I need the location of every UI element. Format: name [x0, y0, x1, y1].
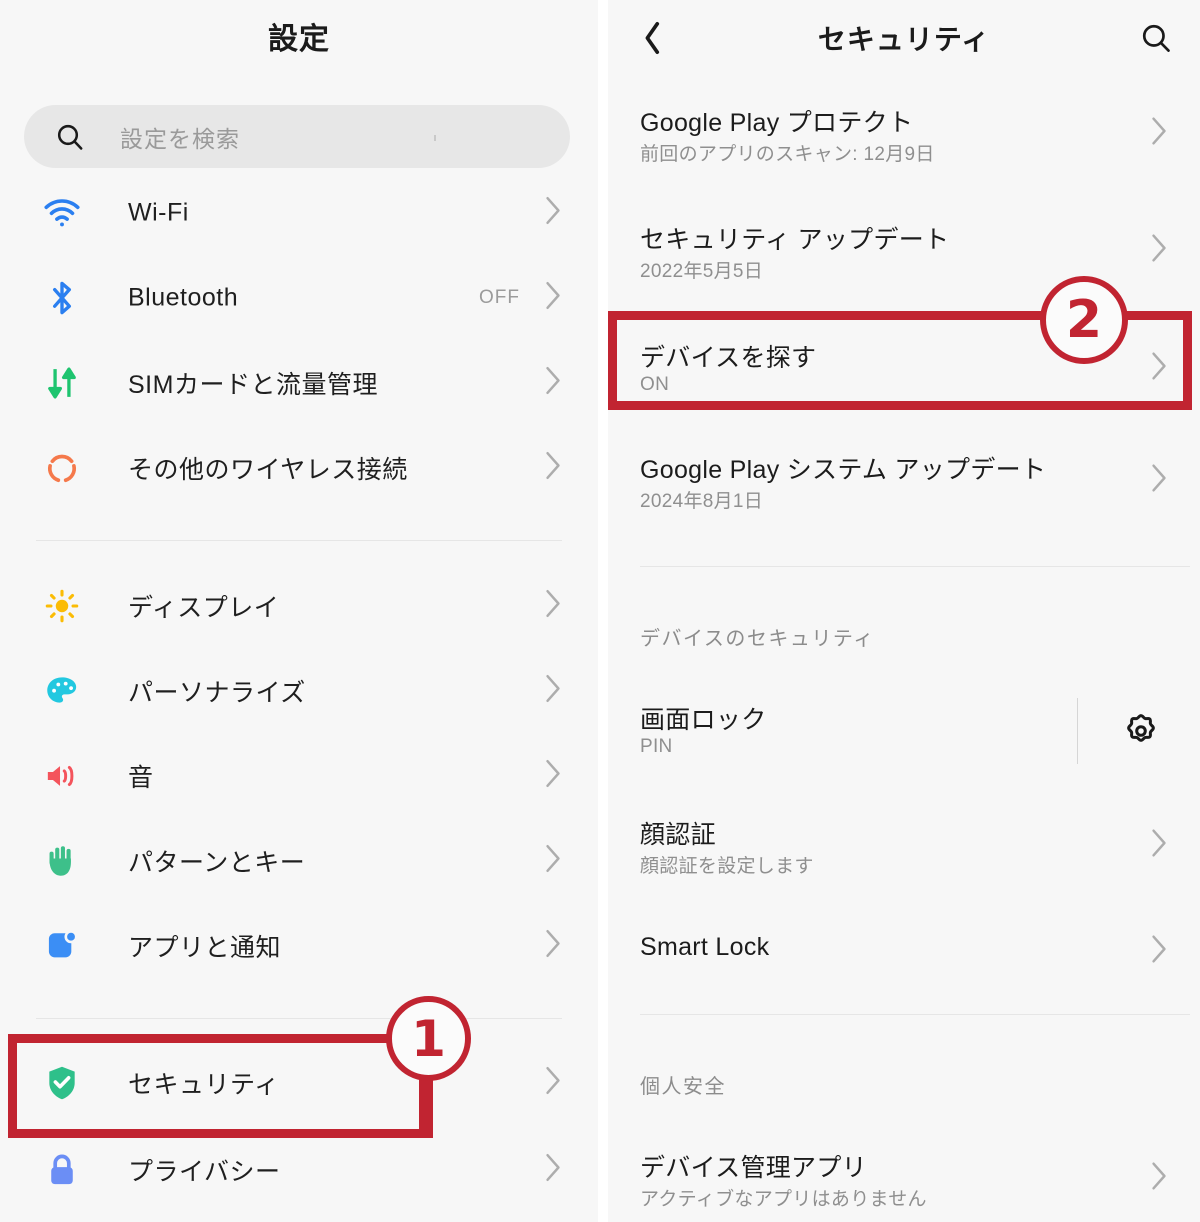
- sidebar-item-label: パーソナライズ: [128, 678, 306, 707]
- personalize-palette-icon: [42, 671, 82, 711]
- search-caret: [434, 135, 436, 141]
- chevron-right-icon: [542, 280, 564, 315]
- divider: [36, 1018, 562, 1019]
- annotation-box-1: [8, 1034, 428, 1138]
- chevron-right-icon: [542, 1065, 564, 1100]
- sidebar-item-sim-data[interactable]: SIMカードと流量管理: [0, 340, 598, 425]
- row-subtitle: アクティブなアプリはありません: [640, 1189, 927, 1210]
- chevron-right-icon: [1148, 828, 1170, 863]
- panel-divider-gap: [598, 0, 608, 1222]
- security-page-title: セキュリティ: [817, 24, 991, 55]
- security-panel: [608, 0, 1200, 1222]
- dual-screenshot: 設定 設定を検索 Wi-Fi Bluetooth OFF SIMカードと流量管理…: [0, 0, 1200, 1222]
- row-title: セキュリティ アップデート: [640, 226, 950, 254]
- sound-speaker-icon: [42, 756, 82, 796]
- chevron-right-icon: [542, 365, 564, 400]
- display-brightness-icon: [42, 586, 82, 626]
- sidebar-item-label: 音: [128, 763, 154, 792]
- sidebar-item-other-wireless[interactable]: その他のワイヤレス接続: [0, 425, 598, 510]
- privacy-lock-icon: [42, 1150, 82, 1190]
- chevron-right-icon: [1148, 233, 1170, 268]
- sim-data-icon: [42, 363, 82, 403]
- sidebar-item-label: Bluetooth: [128, 283, 239, 311]
- chevron-right-icon: [542, 928, 564, 963]
- sidebar-item-label: SIMカードと流量管理: [128, 370, 378, 399]
- row-title: 画面ロック: [640, 706, 767, 734]
- vertical-separator: [1077, 698, 1078, 764]
- sidebar-item-value: OFF: [479, 286, 520, 308]
- row-title: Google Play プロテクト: [640, 109, 914, 137]
- wireless-connection-icon: [42, 448, 82, 488]
- chevron-right-icon: [1148, 934, 1170, 969]
- row-title: Smart Lock: [640, 933, 770, 961]
- search-placeholder: 設定を検索: [120, 125, 240, 152]
- chevron-right-icon: [1148, 116, 1170, 151]
- section-header-device-security: デバイスのセキュリティ: [640, 628, 875, 650]
- chevron-right-icon: [1148, 1161, 1170, 1196]
- row-title: Google Play システム アップデート: [640, 456, 1047, 484]
- row-subtitle: 2024年8月1日: [640, 491, 764, 512]
- chevron-right-icon: [542, 673, 564, 708]
- sidebar-item-wifi[interactable]: Wi-Fi: [0, 170, 598, 255]
- chevron-right-icon: [542, 758, 564, 793]
- section-header-personal-safety: 個人安全: [640, 1076, 726, 1098]
- sidebar-item-label: プライバシー: [128, 1157, 281, 1186]
- search-icon: [54, 121, 86, 153]
- row-title: デバイス管理アプリ: [640, 1154, 867, 1182]
- bluetooth-icon: [42, 278, 82, 318]
- sidebar-item-label: Wi-Fi: [128, 198, 189, 226]
- sidebar-item-gestures[interactable]: パターンとキー: [0, 818, 598, 903]
- chevron-right-icon: [542, 195, 564, 230]
- sidebar-item-display[interactable]: ディスプレイ: [0, 563, 598, 648]
- row-title: 顔認証: [640, 821, 716, 849]
- row-subtitle: PIN: [640, 736, 673, 757]
- sidebar-item-label: ディスプレイ: [128, 593, 280, 622]
- chevron-right-icon: [542, 843, 564, 878]
- sidebar-item-apps-notifications[interactable]: アプリと通知: [0, 903, 598, 988]
- sidebar-item-label: その他のワイヤレス接続: [128, 455, 408, 484]
- chevron-right-icon: [542, 588, 564, 623]
- annotation-marker-1: 1: [386, 996, 471, 1081]
- gear-icon[interactable]: [1118, 708, 1164, 754]
- row-subtitle: 2022年5月5日: [640, 261, 764, 282]
- gesture-hand-icon: [42, 841, 82, 881]
- sidebar-item-sound[interactable]: 音: [0, 733, 598, 818]
- row-subtitle: 前回のアプリのスキャン: 12月9日: [640, 144, 935, 165]
- divider: [640, 1014, 1190, 1015]
- wifi-icon: [42, 193, 82, 233]
- chevron-right-icon: [542, 450, 564, 485]
- chevron-right-icon: [542, 1152, 564, 1187]
- apps-notification-icon: [42, 926, 82, 966]
- sidebar-item-bluetooth[interactable]: Bluetooth OFF: [0, 255, 598, 340]
- settings-page-title: 設定: [268, 23, 330, 56]
- annotation-marker-2: 2: [1040, 276, 1128, 364]
- sidebar-item-personalize[interactable]: パーソナライズ: [0, 648, 598, 733]
- search-input[interactable]: 設定を検索: [24, 105, 570, 168]
- sidebar-item-label: アプリと通知: [128, 933, 282, 962]
- divider: [36, 540, 562, 541]
- sidebar-item-label: パターンとキー: [128, 848, 306, 877]
- row-subtitle: 顔認証を設定します: [640, 856, 814, 877]
- sidebar-item-privacy[interactable]: プライバシー: [0, 1127, 598, 1212]
- search-icon[interactable]: [1134, 16, 1178, 60]
- chevron-right-icon: [1148, 463, 1170, 498]
- divider: [640, 566, 1190, 567]
